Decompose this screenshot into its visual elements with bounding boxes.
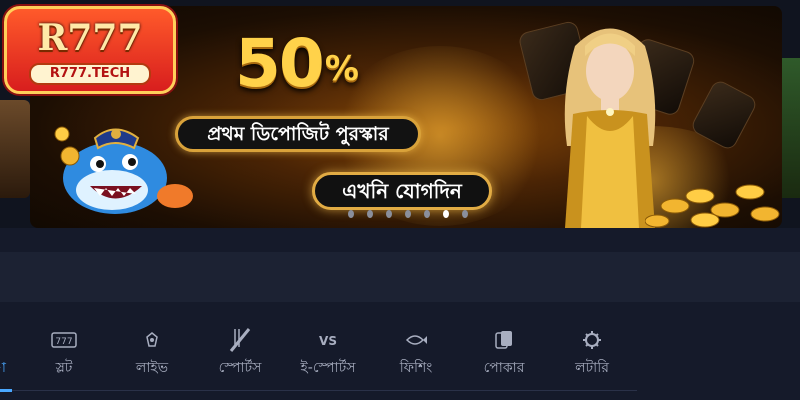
nav-item-label: লাইভ bbox=[135, 360, 169, 376]
brand-logo[interactable]: R777 R777.TECH bbox=[4, 6, 176, 94]
fishing-icon bbox=[376, 322, 456, 356]
svg-text:VS: VS bbox=[319, 334, 337, 348]
carousel-dot[interactable] bbox=[348, 210, 354, 218]
poker-cards-icon bbox=[464, 322, 544, 356]
nav-item-esports[interactable]: VS ই-স্পোর্টস bbox=[288, 322, 368, 388]
logo-name: R777 bbox=[37, 17, 143, 59]
carousel-dot[interactable] bbox=[424, 210, 430, 218]
banner-subtitle: প্রথম ডিপোজিট পুরস্কার bbox=[175, 116, 421, 152]
nav-item-label: ফিশিং bbox=[399, 360, 433, 376]
nav-item-lottery[interactable]: লটারি bbox=[552, 322, 632, 388]
carousel-dot-active[interactable] bbox=[443, 210, 449, 218]
carousel-dot[interactable] bbox=[405, 210, 411, 218]
slot-machine-icon: 777 bbox=[24, 322, 104, 356]
nav-item-fishing[interactable]: ফিশিং bbox=[376, 322, 456, 388]
sports-bat-icon bbox=[200, 322, 280, 356]
join-now-button[interactable]: এখনি যোগদিন bbox=[312, 172, 492, 210]
nav-item-label: ই-স্পোর্টস bbox=[300, 360, 356, 376]
svg-text:777: 777 bbox=[55, 337, 72, 347]
nav-item-label: লটারি bbox=[575, 360, 609, 376]
content-band bbox=[0, 252, 800, 302]
game-category-nav: া 777 স্লট লাইভ স্পোর্টস VS ই-স্পোর্টস ফ… bbox=[0, 322, 800, 392]
gold-coins-pile bbox=[645, 184, 780, 228]
carousel-indicators bbox=[348, 210, 468, 220]
live-casino-icon bbox=[112, 322, 192, 356]
previous-slide-peek[interactable] bbox=[0, 100, 30, 198]
nav-divider bbox=[0, 390, 637, 391]
carousel-dot[interactable] bbox=[386, 210, 392, 218]
nav-item-label: স্পোর্টস bbox=[218, 360, 262, 376]
active-tab-indicator bbox=[0, 389, 12, 392]
nav-item-poker[interactable]: পোকার bbox=[464, 322, 544, 388]
next-slide-peek[interactable] bbox=[782, 58, 800, 198]
nav-item-slot[interactable]: 777 স্লট bbox=[24, 322, 104, 388]
lottery-icon bbox=[552, 322, 632, 356]
nav-item-sports[interactable]: স্পোর্টস bbox=[200, 322, 280, 388]
nav-item-label: পোকার bbox=[483, 360, 525, 376]
carousel-dot[interactable] bbox=[367, 210, 373, 218]
nav-item-label: স্লট bbox=[55, 360, 73, 376]
bonus-percentage: 50% bbox=[235, 25, 359, 102]
logo-domain: R777.TECH bbox=[29, 63, 151, 85]
nav-item-live[interactable]: লাইভ bbox=[112, 322, 192, 388]
carousel-dot[interactable] bbox=[462, 210, 468, 218]
versus-icon: VS bbox=[288, 322, 368, 356]
